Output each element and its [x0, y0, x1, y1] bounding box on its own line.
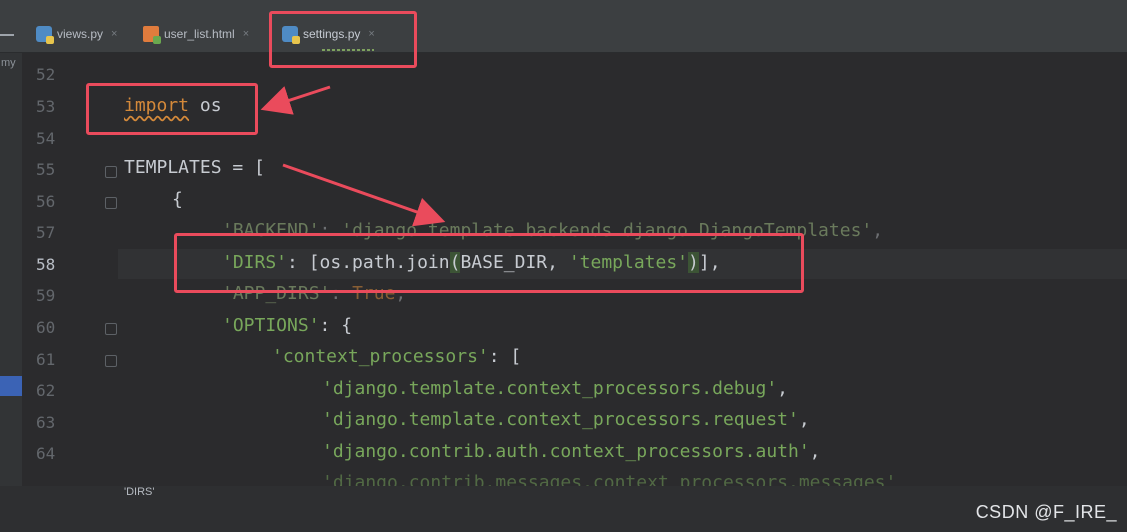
code-text: : {	[319, 315, 353, 336]
code-line-64: 'django.contrib.auth.context_processors.…	[322, 441, 821, 462]
code-text: : [	[488, 346, 522, 367]
line-number: 61	[36, 350, 56, 369]
code-line-62: 'django.template.context_processors.debu…	[322, 378, 788, 399]
string-literal: 'django.contrib.auth.context_processors.…	[322, 441, 810, 462]
string-literal: 'django.template.context_processors.requ…	[322, 409, 799, 430]
breadcrumb[interactable]: 'DIRS'	[124, 486, 154, 498]
annotation-box-import-os	[86, 83, 258, 135]
watermark: CSDN @F_IRE_	[975, 502, 1117, 522]
line-number: 53	[36, 97, 56, 116]
editor-tab-bar: views.py × user_list.html × settings.py …	[0, 0, 1127, 52]
selected-item-marker	[0, 376, 22, 396]
breadcrumb-bar: 'DIRS' CSDN @F_IRE_	[0, 486, 1127, 532]
code-text: ,	[798, 409, 810, 430]
line-number-current: 58	[36, 255, 56, 274]
fold-icon[interactable]	[105, 323, 117, 335]
tab-views-py[interactable]: views.py ×	[36, 20, 117, 48]
line-number: 64	[36, 444, 56, 463]
python-file-icon	[36, 26, 54, 44]
project-tool-strip[interactable]: my	[0, 53, 22, 532]
line-number: 54	[36, 129, 56, 148]
tab-user-list-html[interactable]: user_list.html ×	[143, 20, 249, 48]
line-number: 62	[36, 381, 56, 400]
annotation-box-dirs-line	[174, 233, 804, 293]
code-text: ,	[809, 441, 821, 462]
line-number: 59	[36, 286, 56, 305]
string-literal: 'django.template.context_processors.debu…	[322, 378, 778, 399]
ide-window: views.py × user_list.html × settings.py …	[0, 0, 1127, 532]
collapse-icon[interactable]	[0, 34, 14, 36]
tab-label: views.py	[57, 27, 104, 41]
html-file-icon	[143, 26, 161, 44]
code-line-65-partial: 'django.contrib.messages.context_process…	[322, 472, 896, 486]
code-text: ,	[777, 378, 788, 399]
line-number: 63	[36, 413, 56, 432]
code-line-63: 'django.template.context_processors.requ…	[322, 409, 810, 430]
line-number: 52	[36, 65, 56, 84]
string-literal: 'django.contrib.messages.context_process…	[322, 472, 897, 486]
code-line-61: 'context_processors': [	[272, 346, 521, 367]
project-label: my	[1, 57, 16, 69]
fold-icon[interactable]	[105, 355, 117, 367]
line-number: 57	[36, 223, 56, 242]
code-line-60: 'OPTIONS': {	[222, 315, 352, 336]
code-line-55: TEMPLATES = [	[124, 157, 265, 178]
close-tab-icon[interactable]: ×	[243, 28, 249, 40]
dict-key: 'OPTIONS'	[222, 315, 320, 336]
line-number: 56	[36, 192, 56, 211]
tab-label: user_list.html	[164, 27, 235, 41]
annotation-box-settings-tab	[269, 11, 417, 68]
line-number: 60	[36, 318, 56, 337]
code-text: ,	[872, 220, 884, 241]
line-number: 55	[36, 160, 56, 179]
close-tab-icon[interactable]: ×	[111, 28, 117, 40]
code-line-56: {	[172, 189, 183, 210]
fold-icon[interactable]	[105, 166, 117, 178]
fold-icon[interactable]	[105, 197, 117, 209]
dict-key: 'context_processors'	[272, 346, 489, 367]
